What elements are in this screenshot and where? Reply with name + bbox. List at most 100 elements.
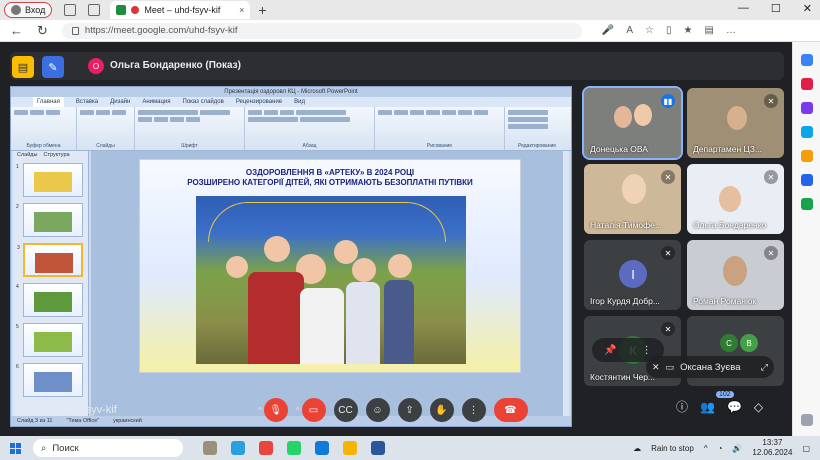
avatar: С bbox=[720, 334, 738, 352]
slide-title-line-2: РОЗШИРЕНО КАТЕГОРІЇ ДІТЕЙ, ЯКІ ОТРИМАЮТЬ… bbox=[187, 178, 473, 187]
participant-name: Донецька ОВА bbox=[590, 144, 648, 154]
participant-tile[interactable]: ✕ Роман Романюк bbox=[687, 240, 784, 310]
profile-label: Вход bbox=[25, 5, 46, 15]
slide-canvas: ОЗДОРОВЛЕННЯ В «АРТЕКУ» В 2024 РОЦІ РОЗШ… bbox=[91, 151, 569, 416]
network-icon[interactable]: ◔ bbox=[718, 444, 723, 453]
tab-actions-icon[interactable] bbox=[88, 4, 101, 16]
address-bar[interactable]: https://meet.google.com/uhd-fsyv-kif bbox=[61, 22, 582, 39]
search-label: Поиск bbox=[52, 442, 79, 454]
participant-tile[interactable]: ▮▮ Донецька ОВА bbox=[582, 86, 683, 160]
ppt-tab-insert: Вставка bbox=[75, 99, 99, 105]
system-tray: ☁ Rain to stop ^ ◔ 🔊 13:37 12.06.2024 ▢ bbox=[633, 438, 810, 458]
close-window-button[interactable]: ✕ bbox=[803, 2, 812, 15]
expand-icon[interactable]: ⤢ bbox=[761, 362, 768, 373]
notifications-icon[interactable]: ▢ bbox=[802, 444, 810, 453]
mic-permission-icon[interactable]: 🎤 bbox=[602, 25, 614, 36]
file-explorer-icon[interactable] bbox=[203, 441, 217, 455]
telegram-icon[interactable] bbox=[231, 441, 245, 455]
camera-toggle-button[interactable]: ▭ bbox=[301, 398, 326, 422]
window-controls: — ☐ ✕ bbox=[738, 2, 812, 15]
weather-text[interactable]: Rain to stop bbox=[651, 444, 694, 453]
tray-overflow-icon[interactable]: ^ bbox=[704, 444, 708, 453]
video-options-icon[interactable]: ^ bbox=[296, 406, 300, 415]
hangup-button[interactable]: ☎ bbox=[493, 398, 528, 422]
slides-icon[interactable]: ▤ bbox=[12, 56, 34, 78]
edit-icon[interactable]: ✎ bbox=[42, 56, 64, 78]
self-view-chip[interactable]: ✕ ▭ Оксана Зуєва ⤢ bbox=[646, 356, 774, 378]
chrome-icon[interactable] bbox=[259, 441, 273, 455]
participant-tile[interactable]: І ✕ Ігор Курдя Добр... bbox=[584, 240, 681, 310]
weather-icon[interactable]: ☁ bbox=[633, 444, 641, 453]
presentation-header: ▤ ✎ О Ольга Бондаренко (Показ) bbox=[10, 52, 784, 80]
more-options-button[interactable]: ⋮ bbox=[461, 398, 486, 422]
start-button[interactable] bbox=[10, 442, 21, 454]
back-icon[interactable]: ← bbox=[10, 23, 23, 38]
read-aloud-icon[interactable]: A bbox=[626, 25, 633, 36]
participant-tile[interactable]: ✕ Ольга Бондаренко bbox=[687, 164, 784, 234]
folder-icon[interactable] bbox=[343, 441, 357, 455]
collections-icon[interactable]: ▤ bbox=[704, 25, 713, 36]
captions-button[interactable]: CC bbox=[333, 398, 358, 422]
word-icon[interactable] bbox=[371, 441, 385, 455]
more-options-icon[interactable]: ⋮ bbox=[642, 345, 652, 356]
ppt-body: Слайды Структура 1 2 3 4 5 6 ОЗДОРОВЛЕНН… bbox=[11, 151, 571, 416]
recording-icon bbox=[131, 6, 140, 14]
tray-clock[interactable]: 13:37 12.06.2024 bbox=[752, 438, 792, 458]
tools-icon[interactable] bbox=[801, 102, 813, 114]
mic-off-icon: ✕ bbox=[764, 246, 778, 260]
ppt-tab-home: Главная bbox=[33, 97, 64, 107]
office-icon[interactable] bbox=[801, 150, 813, 162]
url-text: https://meet.google.com/uhd-fsyv-kif bbox=[84, 25, 238, 36]
lock-icon[interactable] bbox=[71, 26, 79, 35]
edge-icon[interactable] bbox=[315, 441, 329, 455]
volume-icon[interactable]: 🔊 bbox=[732, 444, 742, 453]
mic-toggle-button[interactable]: 🎙 bbox=[263, 398, 288, 422]
present-button[interactable]: ⇪ bbox=[397, 398, 422, 422]
add-app-icon[interactable] bbox=[801, 198, 813, 210]
tab-title: Meet – uhd-fsyv-kif bbox=[144, 5, 221, 15]
taskbar-apps bbox=[203, 441, 385, 455]
ppt-status-slide: Слайд 3 из 11 bbox=[17, 418, 53, 424]
activities-icon[interactable]: ◇ bbox=[754, 400, 763, 414]
outlook-icon[interactable] bbox=[801, 174, 813, 186]
info-icon[interactable]: ⓘ bbox=[676, 398, 688, 415]
participant-name: Наталія Тимофе... bbox=[590, 220, 662, 230]
search-icon: ⌕ bbox=[41, 442, 47, 454]
whatsapp-icon[interactable] bbox=[287, 441, 301, 455]
tab-close-icon[interactable]: × bbox=[239, 5, 244, 15]
reactions-button[interactable]: ☺ bbox=[365, 398, 390, 422]
camera-off-icon: ▭ bbox=[665, 361, 675, 372]
browser-tab-bar: Вход Meet – uhd-fsyv-kif × + — ☐ ✕ bbox=[0, 0, 820, 20]
participant-tile[interactable]: ✕ Департамен ЦЗ... bbox=[687, 88, 784, 158]
profile-button[interactable]: Вход bbox=[4, 2, 53, 18]
meet-stage: ▤ ✎ О Ольга Бондаренко (Показ) Презентац… bbox=[0, 42, 792, 436]
pin-icon[interactable]: 📌 bbox=[604, 345, 616, 356]
search-icon[interactable] bbox=[801, 54, 813, 66]
settings-more-icon[interactable]: … bbox=[726, 25, 736, 36]
ppt-group-drawing: Рисование bbox=[375, 107, 505, 150]
games-icon[interactable] bbox=[801, 126, 813, 138]
taskbar-search[interactable]: ⌕ Поиск bbox=[33, 439, 183, 457]
split-screen-icon[interactable]: ▯ bbox=[666, 25, 672, 36]
ppt-ribbon-tabs: Главная Вставка Дизайн Анимация Показ сл… bbox=[11, 97, 571, 107]
meeting-separator: | bbox=[50, 404, 54, 416]
meeting-info: 13:37 | uhd-fsyv-kif bbox=[16, 404, 117, 416]
chat-icon[interactable]: 💬 bbox=[727, 400, 742, 414]
browser-tab-meet[interactable]: Meet – uhd-fsyv-kif × bbox=[110, 1, 251, 19]
raise-hand-button[interactable]: ✋ bbox=[429, 398, 454, 422]
sidebar-settings-icon[interactable] bbox=[801, 414, 813, 426]
people-icon[interactable]: 👥 bbox=[700, 400, 715, 414]
shopping-icon[interactable] bbox=[801, 78, 813, 90]
favorites-icon[interactable]: ★ bbox=[684, 25, 693, 36]
audio-options-icon[interactable]: ^ bbox=[258, 406, 262, 415]
favorite-star-icon[interactable]: ☆ bbox=[645, 25, 654, 36]
refresh-icon[interactable]: ↻ bbox=[37, 23, 48, 39]
shared-screen: Презентація оздоровл КЦ - Microsoft Powe… bbox=[10, 86, 572, 427]
minimize-button[interactable]: — bbox=[738, 2, 749, 15]
maximize-button[interactable]: ☐ bbox=[771, 2, 781, 15]
workspaces-icon[interactable] bbox=[64, 4, 77, 16]
taskbar: ⌕ Поиск ☁ Rain to stop ^ ◔ 🔊 13:37 12.06… bbox=[0, 436, 820, 460]
new-tab-button[interactable]: + bbox=[258, 2, 266, 18]
ppt-group-slides: Слайды bbox=[77, 107, 135, 150]
participant-tile[interactable]: ✕ Наталія Тимофе... bbox=[584, 164, 681, 234]
